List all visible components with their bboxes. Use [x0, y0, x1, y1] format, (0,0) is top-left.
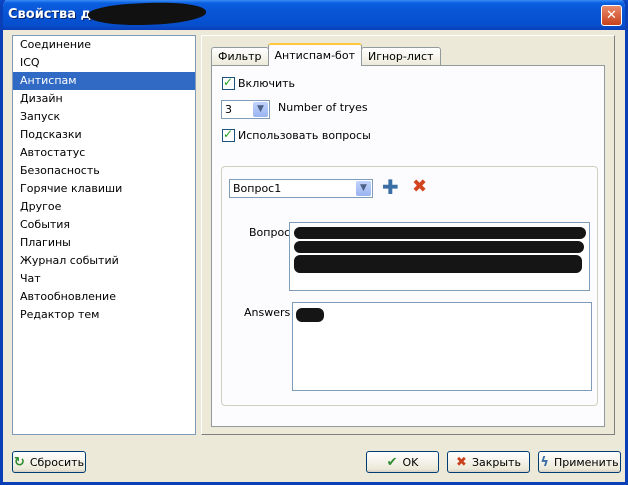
chevron-down-icon[interactable]: ▼ — [253, 102, 268, 117]
question-select[interactable]: Вопрос1 ▼ — [229, 179, 373, 198]
redacted-text — [296, 308, 324, 322]
settings-panel: Фильтр Антиспам-бот Игнор-лист Включить … — [201, 35, 615, 435]
tab-filter[interactable]: Фильтр — [211, 47, 269, 66]
redacted-name — [87, 0, 207, 29]
sidebar-item-plugins[interactable]: Плагины — [13, 234, 195, 252]
redacted-text — [294, 255, 582, 273]
sidebar-item-design[interactable]: Дизайн — [13, 90, 195, 108]
lightning-icon: ϟ — [540, 454, 549, 470]
questions-group: Вопрос1 ▼ ✚ ✖ Вопрос Answers — [221, 166, 598, 406]
ok-label: OK — [402, 455, 419, 469]
sidebar-item-events[interactable]: События — [13, 216, 195, 234]
tab-strip: Фильтр Антиспам-бот Игнор-лист — [211, 43, 441, 66]
sidebar-item-theme-editor[interactable]: Редактор тем — [13, 306, 195, 324]
x-icon: ✖ — [456, 454, 467, 470]
tries-label: Number of tryes — [278, 101, 368, 114]
tries-value: 3 — [225, 103, 232, 116]
add-icon[interactable]: ✚ — [382, 177, 399, 197]
refresh-icon: ↻ — [13, 454, 25, 470]
reset-button[interactable]: ↻ Сбросить — [12, 451, 86, 473]
redacted-text — [294, 227, 586, 239]
answers-textarea[interactable] — [292, 302, 592, 391]
redacted-text — [294, 241, 584, 253]
sidebar-item-autoupdate[interactable]: Автообновление — [13, 288, 195, 306]
preferences-window: Свойства для ✕ Соединение ICQ Антиспам Д… — [0, 0, 628, 485]
title-bar[interactable]: Свойства для ✕ — [3, 0, 625, 30]
sidebar-item-icq[interactable]: ICQ — [13, 54, 195, 72]
tab-antispam-bot[interactable]: Антиспам-бот — [267, 43, 362, 66]
apply-button[interactable]: ϟ Применить — [538, 451, 621, 473]
settings-category-list: Соединение ICQ Антиспам Дизайн Запуск По… — [12, 35, 196, 435]
question-select-value: Вопрос1 — [233, 182, 282, 195]
use-questions-label: Использовать вопросы — [238, 129, 371, 142]
enable-label: Включить — [238, 77, 296, 90]
sidebar-item-autostatus[interactable]: Автостатус — [13, 144, 195, 162]
sidebar-item-hotkeys[interactable]: Горячие клавиши — [13, 180, 195, 198]
sidebar-item-antispam[interactable]: Антиспам — [13, 72, 195, 90]
ok-button[interactable]: ✔ OK — [366, 451, 439, 473]
answers-label: Answers — [244, 306, 291, 319]
tab-ignore-list[interactable]: Игнор-лист — [360, 47, 441, 66]
close-icon[interactable]: ✕ — [601, 5, 622, 26]
question-label: Вопрос — [249, 226, 291, 239]
sidebar-item-connection[interactable]: Соединение — [13, 36, 195, 54]
reset-label: Сбросить — [29, 455, 85, 469]
delete-icon[interactable]: ✖ — [412, 178, 427, 196]
sidebar-item-security[interactable]: Безопасность — [13, 162, 195, 180]
antispam-bot-panel: Включить 3 ▼ Number of tryes Использоват… — [211, 65, 605, 427]
check-icon: ✔ — [386, 454, 398, 470]
sidebar-item-event-log[interactable]: Журнал событий — [13, 252, 195, 270]
apply-label: Применить — [553, 455, 619, 469]
close-button[interactable]: ✖ Закрыть — [447, 451, 530, 473]
sidebar-item-hints[interactable]: Подсказки — [13, 126, 195, 144]
tries-select[interactable]: 3 ▼ — [221, 100, 270, 119]
enable-checkbox[interactable] — [222, 75, 235, 90]
sidebar-item-chat[interactable]: Чат — [13, 270, 195, 288]
chevron-down-icon[interactable]: ▼ — [356, 181, 371, 196]
question-textarea[interactable] — [289, 222, 590, 291]
sidebar-item-startup[interactable]: Запуск — [13, 108, 195, 126]
close-label: Закрыть — [471, 455, 521, 469]
use-questions-checkbox[interactable] — [222, 127, 235, 142]
sidebar-item-other[interactable]: Другое — [13, 198, 195, 216]
